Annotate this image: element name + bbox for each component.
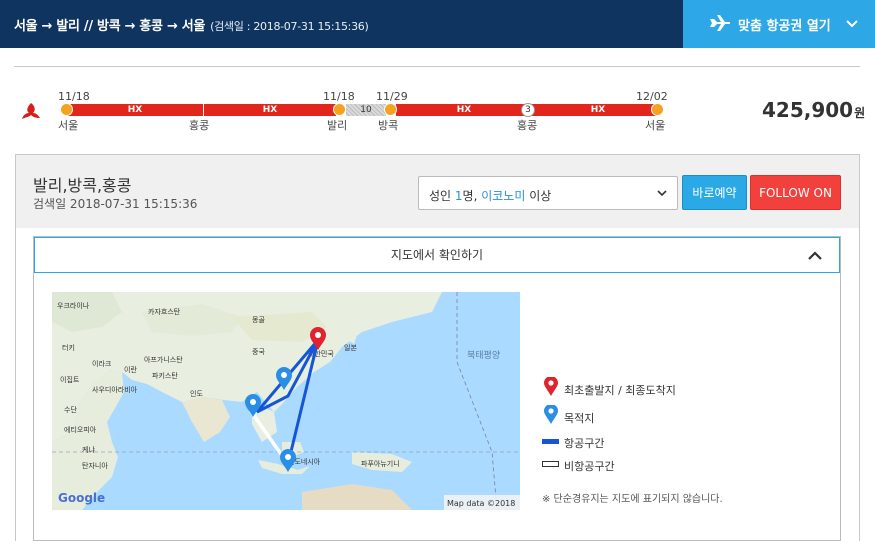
route-map[interactable]: 우크라이나 카자흐스탄 몽골 터키 중국 일본 북태평양 이라크 이란 아프가니…: [52, 292, 520, 510]
ground-gap: 10: [346, 104, 386, 116]
bali-node: [333, 103, 346, 116]
city-bangkok: 방콕: [378, 119, 399, 132]
map-attribution[interactable]: Map data ©2018: [447, 499, 515, 508]
map-label: 탄자니아: [82, 461, 108, 470]
price-amount: 425,900: [762, 98, 854, 122]
segment-label: HX: [590, 105, 606, 115]
open-custom-ticket-button[interactable]: 맞춤 항공권 열기: [683, 0, 875, 48]
non-flight-line-icon: [542, 461, 559, 467]
return-date: 12/02: [636, 90, 668, 103]
cabin-class: 이코노미: [481, 189, 526, 203]
segment-label: HX: [456, 105, 472, 115]
origin-node: [60, 103, 73, 116]
legend-non-flight-label: 비항공구간: [564, 460, 615, 473]
flight-segment-1: [66, 104, 336, 116]
legend-destination-label: 목적지: [564, 412, 595, 425]
plane-icon: [710, 15, 731, 31]
segment-divider: [203, 104, 204, 116]
map-label: 이라크: [92, 359, 112, 368]
panel-header: 발리,방콕,홍콩 검색일 2018-07-31 15:15:36 성인 1명, …: [16, 155, 859, 228]
follow-on-button[interactable]: FOLLOW ON: [750, 175, 841, 210]
legend-origin-label: 최초출발지 / 최종도착지: [564, 384, 676, 397]
detail-panel: 발리,방콕,홍콩 검색일 2018-07-31 15:15:36 성인 1명, …: [15, 154, 860, 541]
bangkok-node: [384, 103, 397, 116]
red-pin-icon: [544, 377, 558, 396]
map-label: 인도: [190, 389, 203, 398]
map-label: 파키스탄: [152, 371, 178, 380]
chevron-down-icon: [846, 20, 858, 28]
city-seoul: 서울: [58, 119, 79, 132]
map-label: 에티오피아: [64, 425, 97, 434]
map-label: 케냐: [82, 445, 95, 454]
stopover-days: 3: [521, 103, 535, 117]
pax-count: 1: [454, 189, 463, 203]
destinations-title: 발리,방콕,홍콩: [33, 176, 132, 195]
map-section: 지도에서 확인하기 우크라이나 카자흐스탄 몽골 터키 중국 일본 북태평양 이…: [33, 236, 841, 541]
map-label: 우크라이나: [57, 301, 90, 310]
pax-unit: 명,: [462, 189, 482, 203]
bangkok-depart-date: 11/29: [376, 90, 408, 103]
map-toggle[interactable]: 지도에서 확인하기: [34, 237, 840, 273]
map-legend: 최초출발지 / 최종도착지 목적지 항공구간 비항공구간 ※ 단순경유지는 지도…: [542, 377, 822, 512]
legend-flight-label: 항공구간: [564, 437, 605, 450]
map-label: 파푸아뉴기니: [361, 459, 400, 468]
pax-prefix: 성인: [429, 189, 455, 203]
map-label: 일본: [344, 343, 357, 352]
map-canvas[interactable]: 우크라이나 카자흐스탄 몽골 터키 중국 일본 북태평양 이라크 이란 아프가니…: [52, 292, 520, 510]
itinerary-timeline: HX HX 10 HX HX 3 11/18 11/18 11/29 12/02…: [20, 90, 680, 136]
gap-days: 10: [360, 105, 372, 115]
segment-label: HX: [262, 105, 278, 115]
airline-logo: [22, 103, 40, 119]
map-label: 아프가니스탄: [144, 355, 183, 364]
chevron-down-icon: [657, 190, 667, 197]
map-label: 이란: [124, 365, 137, 374]
price-currency: 원: [854, 106, 866, 120]
city-hongkong: 홍콩: [189, 119, 210, 132]
map-label: 몽골: [252, 316, 265, 324]
map-label: 카자흐스탄: [148, 307, 181, 316]
final-node: [651, 103, 664, 116]
map-label: 이집트: [60, 375, 80, 384]
chevron-up-icon[interactable]: [807, 250, 823, 260]
route-text: 서울 → 발리 // 방콕 → 홍콩 → 서울: [14, 19, 206, 34]
top-bar: 서울 → 발리 // 방콕 → 홍콩 → 서울 (검색일 : 2018-07-31…: [0, 0, 875, 48]
open-custom-ticket-label: 맞춤 항공권 열기: [738, 19, 831, 34]
map-label: 터키: [62, 343, 75, 352]
price: 425,900원: [762, 98, 865, 122]
flight-line-icon: [542, 439, 559, 444]
pax-suffix: 이상: [525, 189, 552, 203]
city-hongkong: 홍콩: [517, 119, 538, 132]
segment-label: HX: [127, 105, 143, 115]
bali-arrival-date: 11/18: [323, 90, 355, 103]
city-bali: 발리: [327, 119, 348, 132]
map-label: 수단: [64, 405, 77, 414]
search-date: 검색일 2018-07-31 15:15:36: [33, 197, 198, 211]
map-toggle-title: 지도에서 확인하기: [390, 248, 484, 262]
map-label: 중국: [252, 348, 265, 356]
divider: [14, 66, 860, 67]
route-summary: 서울 → 발리 // 방콕 → 홍콩 → 서울 (검색일 : 2018-07-31…: [14, 15, 369, 34]
passenger-class-select[interactable]: 성인 1명, 이코노미 이상: [418, 176, 678, 210]
depart-date: 11/18: [58, 90, 90, 103]
city-seoul: 서울: [645, 119, 666, 132]
blue-pin-icon: [544, 405, 558, 424]
google-logo[interactable]: Google: [58, 491, 105, 505]
map-label: 사우디아라비아: [92, 385, 138, 394]
map-label: 북태평양: [467, 350, 500, 361]
book-now-button[interactable]: 바로예약: [682, 175, 747, 210]
legend-note: ※ 단순경유지는 지도에 표기되지 않습니다.: [542, 494, 723, 505]
header-search-date: (검색일 : 2018-07-31 15:15:36): [210, 20, 369, 33]
